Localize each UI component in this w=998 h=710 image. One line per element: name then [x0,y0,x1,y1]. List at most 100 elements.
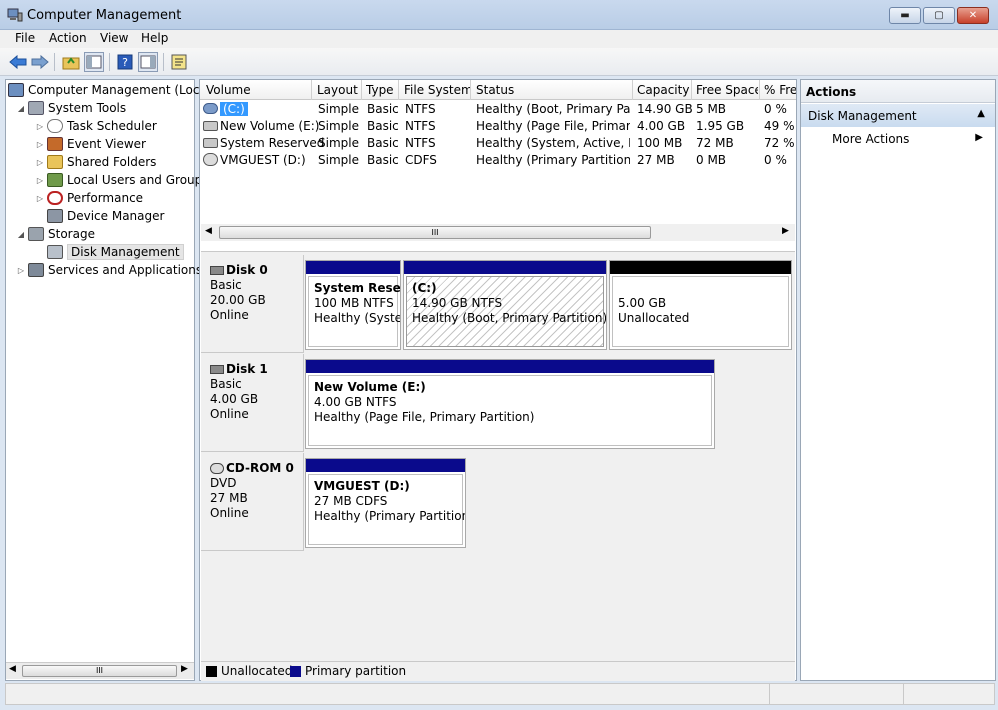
volume-type: Basic [367,153,399,167]
volume-file-system: CDFS [405,153,437,167]
expand-triangle-icon[interactable]: ▷ [35,122,45,131]
tree-item-task-scheduler[interactable]: ▷ Task Scheduler [35,117,157,135]
partition-vmguest-d[interactable]: VMGUEST (D:) 27 MB CDFS Healthy (Primary… [305,458,466,548]
volume-status: Healthy (System, Active, P... [476,136,630,150]
toolbar: ? [0,48,998,76]
scroll-left-arrow-icon[interactable]: ◀ [9,664,16,674]
partition-title: (C:) [412,281,437,295]
volume-name: System Reserved [220,136,325,150]
expand-triangle-icon[interactable]: ▷ [35,140,45,149]
scroll-right-arrow-icon[interactable]: ▶ [782,226,789,236]
volume-layout: Simple [318,119,359,133]
volume-row[interactable]: (C:) Simple Basic NTFS Healthy (Boot, Pr… [200,101,796,118]
help-icon[interactable]: ? [115,52,135,72]
cdrom-0-label[interactable]: CD-ROM 0 DVD 27 MB Online [201,453,304,551]
scroll-right-arrow-icon[interactable]: ▶ [181,664,188,674]
partition-size: 14.90 GB NTFS [412,296,503,310]
tree-label: Services and Applications [48,263,203,277]
column-divider[interactable] [398,80,399,100]
primary-partition-swatch [290,666,301,677]
partition-size: 27 MB CDFS [314,494,388,508]
tree-item-storage[interactable]: ◢ Storage [16,225,95,243]
partition-new-volume-e[interactable]: New Volume (E:) 4.00 GB NTFS Healthy (Pa… [305,359,715,449]
volume-row[interactable]: New Volume (E:) Simple Basic NTFS Health… [200,118,796,135]
scroll-left-arrow-icon[interactable]: ◀ [205,226,212,236]
volume-layout: Simple [318,102,359,116]
menu-file[interactable]: File [13,31,37,45]
menu-help[interactable]: Help [139,31,170,45]
tree-item-system-tools[interactable]: ◢ System Tools [16,99,126,117]
tree-label: Computer Management (Local [28,83,211,97]
column-divider[interactable] [691,80,692,100]
actions-title: Actions [801,80,995,103]
properties-icon[interactable] [169,52,189,72]
volume-row[interactable]: VMGUEST (D:) Simple Basic CDFS Healthy (… [200,152,796,169]
column-volume[interactable]: Volume [206,83,306,97]
column-status[interactable]: Status [476,83,631,97]
column-layout[interactable]: Layout [317,83,361,97]
tree-item-disk-management[interactable]: Disk Management [47,243,184,261]
partition-c[interactable]: (C:) 14.90 GB NTFS Healthy (Boot, Primar… [403,260,607,350]
column-divider[interactable] [632,80,633,100]
volume-layout: Simple [318,153,359,167]
column-divider[interactable] [759,80,760,100]
volume-file-system: NTFS [405,136,436,150]
partition-unallocated[interactable]: 5.00 GB Unallocated [609,260,792,350]
column-percent-free[interactable]: % Fre [764,83,796,97]
volume-list-horizontal-scrollbar[interactable]: ◀ III ▶ [201,224,795,241]
show-hide-action-pane-icon[interactable] [138,52,158,72]
volume-drive-icon [203,121,218,131]
maximize-button[interactable]: ▢ [923,7,955,24]
volume-name: VMGUEST (D:) [220,153,306,167]
tree-item-performance[interactable]: ▷ Performance [35,189,143,207]
tree-item-device-manager[interactable]: Device Manager [47,207,164,225]
column-free-space[interactable]: Free Space [696,83,758,97]
expand-triangle-icon[interactable]: ▷ [35,158,45,167]
tree-item-computer-management[interactable]: Computer Management (Local [8,81,210,99]
column-type[interactable]: Type [366,83,398,97]
volume-drive-icon [203,138,218,148]
column-divider[interactable] [311,80,312,100]
expand-triangle-icon[interactable]: ▷ [35,176,45,185]
column-capacity[interactable]: Capacity [637,83,690,97]
disk-0-label[interactable]: Disk 0 Basic 20.00 GB Online [201,255,304,353]
menu-view[interactable]: View [98,31,130,45]
forward-arrow-icon[interactable] [30,52,50,72]
disk-type: Basic [210,377,242,391]
column-divider[interactable] [361,80,362,100]
disk-1-label[interactable]: Disk 1 Basic 4.00 GB Online [201,354,304,452]
minimize-button[interactable]: ▬ [889,7,921,24]
partition-body-selected: (C:) 14.90 GB NTFS Healthy (Boot, Primar… [406,276,607,347]
partition-status: Healthy (Boot, Primary Partition) [412,311,607,325]
disk-type: DVD [210,476,237,490]
column-file-system[interactable]: File System [404,83,470,97]
tree-item-local-users-groups[interactable]: ▷ Local Users and Groups [35,171,209,189]
actions-section-disk-management[interactable]: Disk Management ▲ [801,104,995,127]
expand-triangle-icon[interactable]: ▷ [16,266,26,275]
unallocated-bar [610,261,791,274]
storage-icon [28,227,44,241]
more-actions-item[interactable]: More Actions ▶ [801,128,995,150]
menu-action[interactable]: Action [47,31,89,45]
close-button[interactable]: ✕ [957,7,989,24]
scroll-thumb[interactable]: III [22,665,177,677]
volume-name-selected: (C:) [220,102,248,116]
tree-item-shared-folders[interactable]: ▷ Shared Folders [35,153,156,171]
scroll-thumb[interactable]: III [219,226,651,239]
tree-item-services-applications[interactable]: ▷ Services and Applications [16,261,202,279]
partition-system-reserved[interactable]: System Reserv 100 MB NTFS Healthy (Syste… [305,260,401,350]
collapse-triangle-icon[interactable]: ◢ [16,104,26,113]
tree-horizontal-scrollbar[interactable]: ◀ III ▶ [6,662,194,679]
tree-label: Device Manager [67,209,165,223]
volume-row[interactable]: System Reserved Simple Basic NTFS Health… [200,135,796,152]
up-folder-icon[interactable] [61,52,81,72]
collapse-up-icon[interactable]: ▲ [977,108,985,119]
partition-size: 100 MB NTFS [314,296,394,310]
collapse-triangle-icon[interactable]: ◢ [16,230,26,239]
show-hide-console-tree-icon[interactable] [84,52,104,72]
column-divider[interactable] [470,80,471,100]
back-arrow-icon[interactable] [8,52,28,72]
expand-triangle-icon[interactable]: ▷ [35,194,45,203]
tree-item-event-viewer[interactable]: ▷ Event Viewer [35,135,146,153]
volume-list-header: Volume Layout Type File System Status Ca… [200,80,796,100]
